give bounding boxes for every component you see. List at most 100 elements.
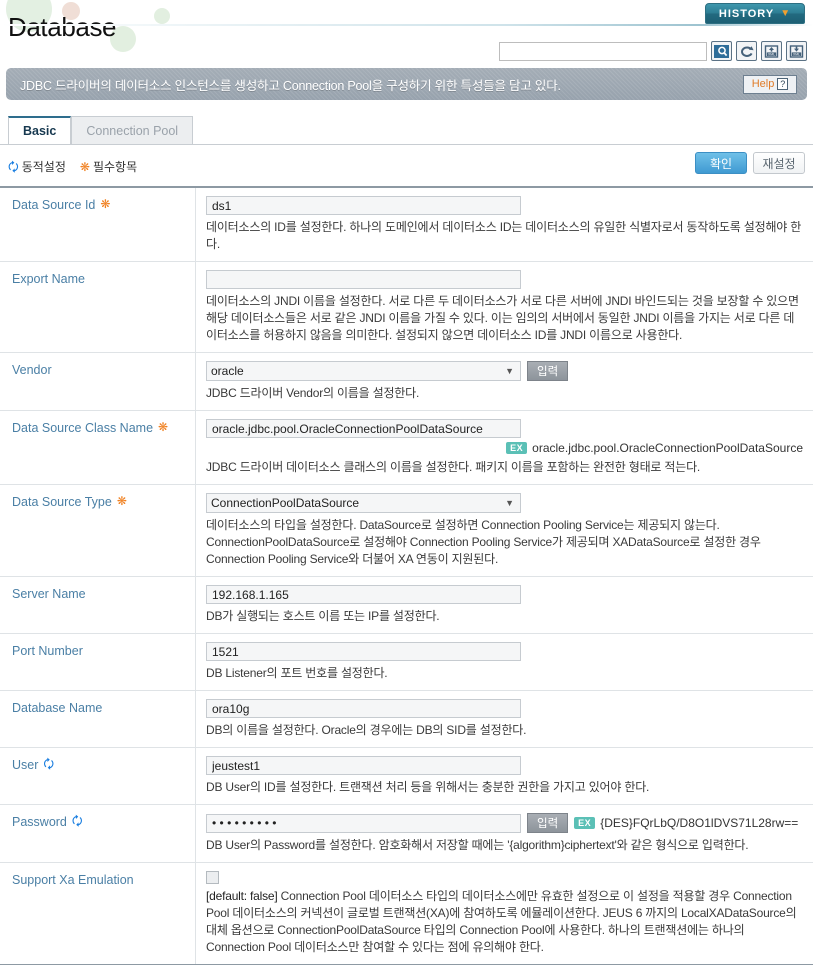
asterisk-icon: ❋ xyxy=(158,420,169,434)
vendor-input-button[interactable]: 입력 xyxy=(527,361,569,381)
form-label-cell: Data Source Id ❋ xyxy=(0,188,196,261)
header-search-row: XML XML xyxy=(499,41,807,61)
description-banner-text: JDBC 드라이버의 데이터소스 인스턴스를 생성하고 Connection P… xyxy=(20,78,561,93)
history-button[interactable]: HISTORY ▼ xyxy=(705,3,805,24)
tab-basic-label: Basic xyxy=(23,124,57,138)
form-label-cell: Data Source Class Name ❋ xyxy=(0,411,196,484)
search-icon-button[interactable] xyxy=(711,41,732,61)
form-row-port-number: Port Number DB Listener의 포트 번호를 설정한다. xyxy=(0,634,813,691)
database-name-input[interactable] xyxy=(206,699,521,718)
form-actions: 확인 재설정 xyxy=(695,152,805,174)
field-example: EX oracle.jdbc.pool.OracleConnectionPool… xyxy=(206,441,805,455)
form-field-cell: EX oracle.jdbc.pool.OracleConnectionPool… xyxy=(196,411,813,484)
asterisk-icon: ❋ xyxy=(100,197,111,211)
example-badge: EX xyxy=(506,442,528,454)
search-input[interactable] xyxy=(499,41,707,61)
legend-dynamic-label: 동적설정 xyxy=(21,160,66,174)
help-button[interactable]: Help ? xyxy=(743,74,797,94)
data-source-id-input[interactable] xyxy=(206,196,521,215)
help-button-label: Help xyxy=(751,78,775,90)
data-source-type-value: ConnectionPoolDataSource xyxy=(211,496,360,510)
history-button-label: HISTORY xyxy=(718,7,775,20)
refresh-icon xyxy=(741,45,754,57)
xml-export-icon: XML xyxy=(789,44,804,58)
form-field-cell: 데이터소스의 ID를 설정한다. 하나의 도메인에서 데이터소스 ID는 데이터… xyxy=(196,188,813,261)
server-name-input[interactable] xyxy=(206,585,521,604)
field-description: 데이터소스의 타입을 설정한다. DataSource로 설정하면 Connec… xyxy=(206,518,761,566)
form-row-vendor: Vendor oracle ▼ 입력 JDBC 드라이버 Vendor의 이름을… xyxy=(0,353,813,411)
confirm-button[interactable]: 확인 xyxy=(695,152,747,174)
chevron-down-icon: ▼ xyxy=(505,366,514,376)
field-description: DB Listener의 포트 번호를 설정한다. xyxy=(206,666,388,680)
xml-export-icon-button[interactable]: XML xyxy=(786,41,807,61)
field-description: [default: false] Connection Pool 데이터소스 타… xyxy=(206,888,805,956)
page-header: Database HISTORY ▼ XML XML xyxy=(0,0,813,62)
sync-icon: 🗘 xyxy=(8,159,19,174)
field-description: JDBC 드라이버 데이터소스 클래스의 이름을 설정한다. 패키지 이름을 포… xyxy=(206,460,701,474)
form-label-cell: Support Xa Emulation xyxy=(0,863,196,964)
form-label-cell: Export Name xyxy=(0,262,196,352)
form-row-export-name: Export Name 데이터소스의 JNDI 이름을 설정한다. 서로 다른 … xyxy=(0,262,813,353)
field-description: JDBC 드라이버 Vendor의 이름을 설정한다. xyxy=(206,386,420,400)
search-icon xyxy=(714,44,729,58)
field-label: Password xyxy=(12,815,67,829)
form-field-cell: 데이터소스의 JNDI 이름을 설정한다. 서로 다른 두 데이터소스가 서로 … xyxy=(196,262,813,352)
page-title: Database xyxy=(8,12,117,42)
field-description: DB가 실행되는 호스트 이름 또는 IP를 설정한다. xyxy=(206,609,440,623)
form-label-cell: Password 🗘 xyxy=(0,805,196,862)
form-row-data-source-type: Data Source Type ❋ ConnectionPoolDataSou… xyxy=(0,485,813,577)
tab-connection-pool-label: Connection Pool xyxy=(86,123,179,138)
header-divider xyxy=(0,24,813,26)
field-label: Server Name xyxy=(12,587,86,601)
tab-connection-pool[interactable]: Connection Pool xyxy=(71,116,194,144)
password-input-button[interactable]: 입력 xyxy=(527,813,569,833)
field-description: DB User의 Password를 설정한다. 암호화해서 저장할 때에는 '… xyxy=(206,838,749,852)
field-description: 데이터소스의 ID를 설정한다. 하나의 도메인에서 데이터소스 ID는 데이터… xyxy=(206,220,802,251)
form-row-data-source-class-name: Data Source Class Name ❋ EX oracle.jdbc.… xyxy=(0,411,813,485)
field-label: Data Source Id xyxy=(12,198,96,212)
form-label-cell: Data Source Type ❋ xyxy=(0,485,196,576)
field-label: Export Name xyxy=(12,272,85,286)
field-label: Database Name xyxy=(12,701,103,715)
form-field-cell: DB의 이름을 설정한다. Oracle의 경우에는 DB의 SID를 설정한다… xyxy=(196,691,813,747)
form-label-cell: Database Name xyxy=(0,691,196,747)
export-name-input[interactable] xyxy=(206,270,521,289)
legend-dynamic: 🗘 동적설정 xyxy=(8,158,66,175)
refresh-icon-button[interactable] xyxy=(736,41,757,61)
field-label: User xyxy=(12,758,39,772)
sync-icon: 🗘 xyxy=(71,814,83,828)
form-field-cell: DB가 실행되는 호스트 이름 또는 IP를 설정한다. xyxy=(196,577,813,633)
sync-icon: 🗘 xyxy=(43,757,55,771)
user-input[interactable] xyxy=(206,756,521,775)
form-field-cell: DB User의 ID를 설정한다. 트랜잭션 처리 등을 위해서는 충분한 권… xyxy=(196,748,813,804)
field-label: Port Number xyxy=(12,644,83,658)
chevron-down-icon: ▼ xyxy=(780,8,792,19)
data-source-type-select[interactable]: ConnectionPoolDataSource ▼ xyxy=(206,493,521,513)
form-field-cell: 입력 EX {DES}FQrLbQ/D8O1lDVS71L28rw== DB U… xyxy=(196,805,813,862)
settings-form: Data Source Id ❋ 데이터소스의 ID를 설정한다. 하나의 도메… xyxy=(0,186,813,965)
form-label-cell: Server Name xyxy=(0,577,196,633)
form-field-cell: [default: false] Connection Pool 데이터소스 타… xyxy=(196,863,813,964)
example-text: oracle.jdbc.pool.OracleConnectionPoolDat… xyxy=(532,441,803,455)
tab-basic[interactable]: Basic xyxy=(8,116,72,144)
description-banner: JDBC 드라이버의 데이터소스 인스턴스를 생성하고 Connection P… xyxy=(6,68,807,100)
form-label-cell: Port Number xyxy=(0,634,196,690)
field-description-text: Connection Pool 데이터소스 타입의 데이터소스에만 유효한 설정… xyxy=(206,889,797,954)
tab-bar-divider xyxy=(0,144,813,145)
asterisk-icon: ❋ xyxy=(79,159,90,174)
field-label: Data Source Type xyxy=(12,495,112,509)
password-input[interactable] xyxy=(206,813,521,833)
xml-import-icon-button[interactable]: XML xyxy=(761,41,782,61)
support-xa-emulation-checkbox[interactable] xyxy=(206,871,219,884)
data-source-class-name-input[interactable] xyxy=(206,419,521,438)
default-value-tag: [default: false] xyxy=(206,889,278,903)
form-row-user: User 🗘 DB User의 ID를 설정한다. 트랜잭션 처리 등을 위해서… xyxy=(0,748,813,805)
field-label: Vendor xyxy=(12,363,52,377)
port-number-input[interactable] xyxy=(206,642,521,661)
form-row-password: Password 🗘 입력 EX {DES}FQrLbQ/D8O1lDVS71L… xyxy=(0,805,813,863)
form-label-cell: Vendor xyxy=(0,353,196,410)
vendor-select[interactable]: oracle ▼ xyxy=(206,361,521,381)
asterisk-icon: ❋ xyxy=(116,494,127,508)
reset-button[interactable]: 재설정 xyxy=(753,152,805,174)
field-label: Data Source Class Name xyxy=(12,421,154,435)
